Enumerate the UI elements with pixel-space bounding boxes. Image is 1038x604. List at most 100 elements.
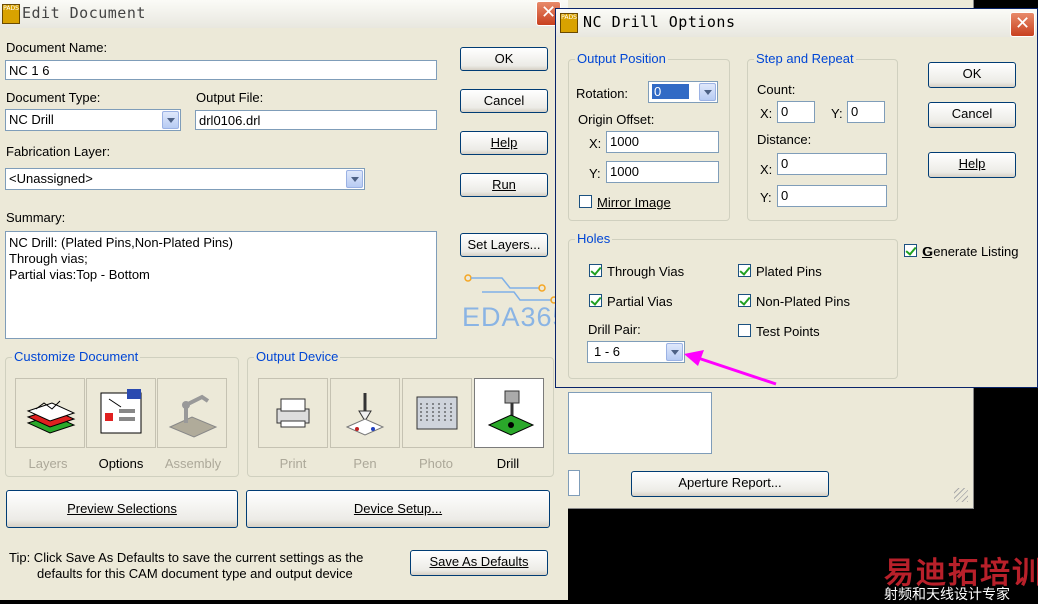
document-type-select[interactable]: NC Drill <box>5 109 181 131</box>
eda365-watermark: EDA365 <box>462 302 569 332</box>
fabrication-layer-value: <Unassigned> <box>9 171 93 186</box>
resize-grip-icon[interactable] <box>954 488 968 502</box>
background-scroll-stub <box>568 470 580 496</box>
output-device-title: Output Device <box>254 349 341 364</box>
summary-label: Summary: <box>6 210 66 225</box>
nc-ok-button[interactable]: OK <box>928 62 1016 88</box>
drill-label: Drill <box>496 456 520 471</box>
generate-listing-checkbox[interactable] <box>904 244 917 257</box>
holes-title: Holes <box>575 231 613 246</box>
cn-watermark-sub: 射频和天线设计专家 <box>884 587 1010 603</box>
tip-line-1: Tip: Click Save As Defaults to save the … <box>9 550 364 565</box>
layers-tile[interactable] <box>15 378 85 448</box>
chevron-down-icon[interactable] <box>346 170 363 188</box>
save-as-defaults-button[interactable]: Save As Defaults <box>410 550 548 576</box>
document-type-label: Document Type: <box>6 90 101 105</box>
non-plated-pins-checkbox[interactable] <box>738 294 751 307</box>
print-label: Print <box>279 456 307 471</box>
aperture-report-button[interactable]: Aperture Report... <box>631 471 829 497</box>
fabrication-layer-select[interactable]: <Unassigned> <box>5 168 365 190</box>
customize-document-title: Customize Document <box>12 349 141 364</box>
output-file-label: Output File: <box>196 90 264 105</box>
photo-label: Photo <box>419 456 453 471</box>
count-x-label: X: <box>760 106 773 121</box>
edit-document-window: PADS Edit Document Document Name: NC 1 6… <box>0 0 568 600</box>
test-points-checkbox[interactable] <box>738 324 751 337</box>
count-y-label: Y: <box>831 106 843 121</box>
distance-y-input[interactable]: 0 <box>777 185 887 207</box>
document-type-value: NC Drill <box>9 112 54 127</box>
nc-drill-title: NC Drill Options <box>583 13 736 31</box>
document-name-input[interactable]: NC 1 6 <box>5 60 437 80</box>
partial-vias-checkbox[interactable] <box>589 294 602 307</box>
document-name-label: Document Name: <box>6 40 108 55</box>
nc-drill-options-window: PADS NC Drill Options ✕ Output Position … <box>555 8 1038 388</box>
count-x-input[interactable]: 0 <box>777 101 815 123</box>
aperture-report-label: Aperture Report... <box>678 475 782 490</box>
summary-textbox[interactable]: NC Drill: (Plated Pins,Non-Plated Pins) … <box>5 231 437 339</box>
print-tile[interactable] <box>258 378 328 448</box>
printer-icon <box>276 398 310 428</box>
edit-document-titlebar: PADS Edit Document <box>0 0 568 28</box>
origin-x-input[interactable]: 1000 <box>606 131 719 153</box>
step-repeat-title: Step and Repeat <box>754 51 856 66</box>
generate-listing-text: Generate Listing <box>923 244 1019 259</box>
preview-selections-button[interactable]: Preview Selections <box>6 490 238 528</box>
output-file-input[interactable]: drl0106.drl <box>195 110 437 130</box>
drill-tile[interactable] <box>474 378 544 448</box>
origin-x-label: X: <box>589 136 602 151</box>
pen-label: Pen <box>353 456 377 471</box>
drill-pair-value: 1 - 6 <box>594 344 621 359</box>
through-vias-checkbox[interactable] <box>589 264 602 277</box>
drill-pair-select[interactable]: 1 - 6 <box>587 341 685 363</box>
layers-label: Layers <box>28 456 68 471</box>
assembly-tile[interactable] <box>157 378 227 448</box>
chevron-down-icon[interactable] <box>699 83 716 101</box>
nc-help-button[interactable]: Help <box>928 152 1016 178</box>
pen-plotter-icon <box>345 393 385 436</box>
summary-line: NC Drill: (Plated Pins,Non-Plated Pins) <box>9 235 233 250</box>
origin-y-label: Y: <box>589 166 601 181</box>
distance-label: Distance: <box>757 132 812 147</box>
nc-drill-titlebar: PADS NC Drill Options <box>556 9 1037 37</box>
pads-logo-icon: PADS <box>2 4 20 24</box>
annotation-arrow-icon <box>684 350 777 386</box>
rotation-label: Rotation: <box>576 86 629 101</box>
chevron-down-icon[interactable] <box>162 111 179 129</box>
pads-logo-icon: PADS <box>560 13 578 33</box>
test-points-label: Test Points <box>756 324 820 339</box>
drill-icon <box>487 390 535 436</box>
nc-cancel-button[interactable]: Cancel <box>928 102 1016 128</box>
rotation-select[interactable]: 0 <box>648 81 718 103</box>
tip-line-2: defaults for this CAM document type and … <box>37 566 353 581</box>
distance-x-input[interactable]: 0 <box>777 153 887 175</box>
close-icon[interactable]: ✕ <box>1010 12 1035 37</box>
partial-vias-label: Partial Vias <box>607 294 673 309</box>
origin-y-input[interactable]: 1000 <box>606 161 719 183</box>
pen-tile[interactable] <box>330 378 400 448</box>
rotation-value: 0 <box>652 84 690 99</box>
device-setup-button[interactable]: Device Setup... <box>246 490 550 528</box>
plated-pins-label: Plated Pins <box>756 264 822 279</box>
run-button[interactable]: Run <box>460 173 548 197</box>
output-position-title: Output Position <box>575 51 668 66</box>
distance-y-label: Y: <box>760 190 772 205</box>
count-y-input[interactable]: 0 <box>847 101 885 123</box>
cancel-button[interactable]: Cancel <box>460 89 548 113</box>
summary-line: Partial vias:Top - Bottom <box>9 267 150 282</box>
options-icon <box>100 389 142 434</box>
mirror-image-label: Mirror Image <box>597 195 671 210</box>
mirror-image-checkbox[interactable] <box>579 195 592 208</box>
count-label: Count: <box>757 82 796 97</box>
set-layers-button[interactable]: Set Layers... <box>460 233 548 257</box>
plated-pins-checkbox[interactable] <box>738 264 751 277</box>
photo-tile[interactable] <box>402 378 472 448</box>
options-tile[interactable] <box>86 378 156 448</box>
ok-button[interactable]: OK <box>460 47 548 71</box>
help-button[interactable]: Help <box>460 131 548 155</box>
summary-line: Through vias; <box>9 251 88 266</box>
save-as-defaults-label: Save As Defaults <box>429 554 529 569</box>
background-listbox <box>568 392 712 454</box>
eda-circuit-watermark-icon <box>464 274 558 304</box>
layers-icon <box>26 400 76 434</box>
